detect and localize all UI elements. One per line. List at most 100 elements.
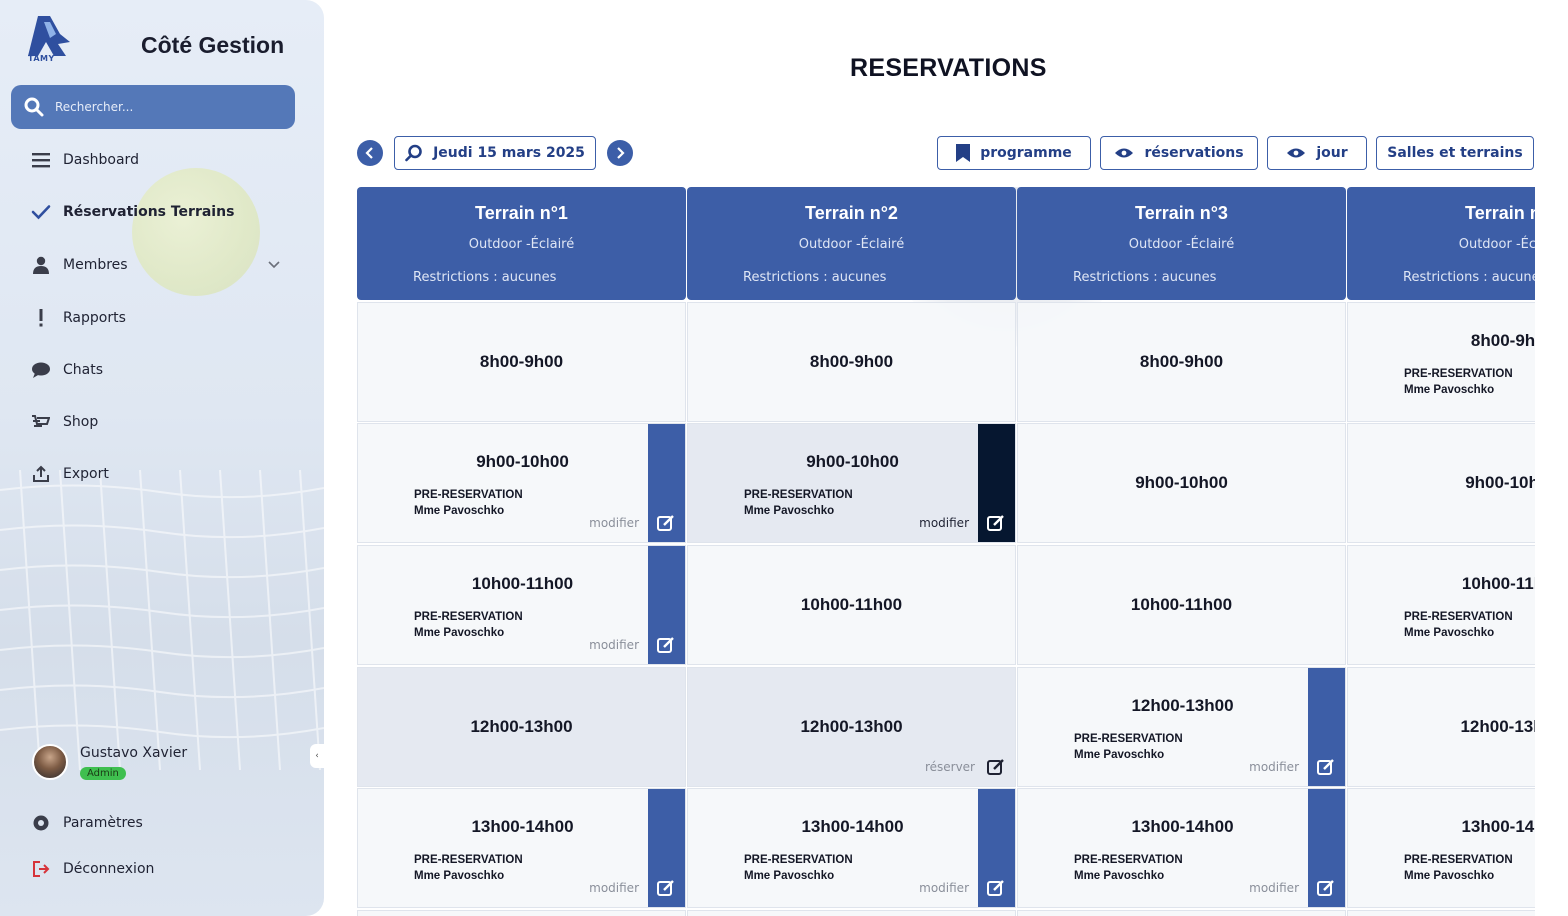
- slot-cell[interactable]: 13h00-14h00 PRE-RESERVATION Mme Pavoschko…: [357, 788, 686, 908]
- slot-cell[interactable]: 12h00-13h00: [1347, 667, 1535, 787]
- court-name: Terrain n°1: [475, 203, 568, 223]
- slot-cell[interactable]: 8h00-9h00: [687, 302, 1016, 422]
- slot-time: 12h00-13h00: [470, 717, 573, 736]
- reservations-button[interactable]: réservations: [1100, 136, 1258, 170]
- slot-cell[interactable]: 12h00-13h00: [357, 667, 686, 787]
- next-day-button[interactable]: [607, 140, 633, 166]
- button-label: réservations: [1144, 145, 1244, 161]
- nav-label: Chats: [63, 362, 104, 378]
- slot-cell[interactable]: 8h00-9h00: [1017, 302, 1346, 422]
- slot-cell[interactable]: 10h00-11h00: [1017, 545, 1346, 665]
- slot-cell[interactable]: [1017, 910, 1346, 916]
- nav-item-shop[interactable]: Shop: [30, 411, 280, 433]
- court-header[interactable]: Terrain n°1 Outdoor -Éclairé Restriction…: [357, 187, 686, 300]
- edit-icon[interactable]: [1317, 879, 1335, 897]
- page-title: RESERVATIONS: [850, 54, 1047, 82]
- avatar[interactable]: [32, 744, 68, 780]
- search-bar[interactable]: [11, 85, 295, 129]
- date-picker-button[interactable]: Jeudi 15 mars 2025: [394, 136, 596, 170]
- reservation-grid: Terrain n°1 Outdoor -Éclairé Restriction…: [357, 187, 1535, 916]
- sidebar-collapse-handle[interactable]: ‹: [310, 744, 324, 768]
- nav-item-reservations-terrains[interactable]: Réservations Terrains: [30, 201, 280, 223]
- slot-time: 9h00-10h00: [1135, 473, 1228, 492]
- slot-cell[interactable]: 10h00-11h00 PRE-RESERVATION Mme Pavoschko…: [357, 545, 686, 665]
- button-label: jour: [1316, 145, 1348, 161]
- nav-label: Dashboard: [63, 152, 139, 168]
- edit-icon[interactable]: [657, 879, 675, 897]
- slot-cell[interactable]: 10h00-11h00 PRE-RESERVATION Mme Pavoschko: [1347, 545, 1535, 665]
- court-restrictions: Restrictions : aucunes: [743, 270, 887, 285]
- salles-terrains-button[interactable]: Salles et terrains: [1376, 136, 1534, 170]
- slot-cell[interactable]: 12h00-13h00 réserver: [687, 667, 1016, 787]
- booking-member: Mme Pavoschko: [1404, 627, 1495, 639]
- court-type: Outdoor -Éclairé: [1458, 237, 1535, 252]
- slot-cell[interactable]: [687, 910, 1016, 916]
- court-restrictions: Restrictions : aucunes: [413, 270, 557, 285]
- slot-cell[interactable]: 13h00-14h00 PRE-RESERVATION Mme Pavoschko: [1347, 788, 1535, 908]
- user-name: Gustavo Xavier: [80, 744, 188, 761]
- slot-time: 10h00-11h00: [471, 574, 574, 593]
- search-icon: [24, 97, 44, 117]
- nav-item-parametres[interactable]: Paramètres: [30, 812, 280, 834]
- court-header[interactable]: Terrain n°4 Outdoor -Éclairé Restriction…: [1347, 187, 1535, 300]
- slot-cell[interactable]: [1347, 910, 1535, 916]
- booking-status: PRE-RESERVATION: [1074, 854, 1183, 866]
- slot-cell[interactable]: 8h00-9h00: [357, 302, 686, 422]
- slot-time: 8h00-9h00: [1139, 352, 1224, 371]
- user-profile[interactable]: Gustavo Xavier Admin: [32, 744, 187, 780]
- slot-time: 12h00-13h00: [1131, 696, 1234, 715]
- modify-link[interactable]: modifier: [589, 516, 639, 530]
- bookmark-icon: [956, 144, 971, 162]
- chevron-left-icon: [365, 147, 373, 159]
- nav-label: Réservations Terrains: [63, 204, 235, 220]
- booking-member: Mme Pavoschko: [414, 627, 505, 639]
- slot-cell[interactable]: 9h00-10h00: [1347, 423, 1535, 543]
- booking-member: Mme Pavoschko: [1074, 749, 1165, 761]
- chevron-down-icon[interactable]: [268, 261, 280, 269]
- modify-link[interactable]: modifier: [919, 881, 969, 895]
- logout-icon: [30, 858, 52, 880]
- nav-item-deconnexion[interactable]: Déconnexion: [30, 858, 280, 880]
- nav-item-chats[interactable]: Chats: [30, 359, 280, 381]
- edit-icon[interactable]: [987, 758, 1005, 776]
- edit-icon[interactable]: [987, 514, 1005, 532]
- nav-item-dashboard[interactable]: Dashboard: [30, 149, 280, 171]
- edit-icon[interactable]: [987, 879, 1005, 897]
- slot-cell[interactable]: 9h00-10h00 PRE-RESERVATION Mme Pavoschko …: [357, 423, 686, 543]
- slot-cell[interactable]: 9h00-10h00: [1017, 423, 1346, 543]
- nav-item-rapports[interactable]: Rapports: [30, 307, 280, 329]
- prev-day-button[interactable]: [357, 140, 383, 166]
- slot-time: 8h00-9h00: [479, 352, 564, 371]
- slot-cell[interactable]: 9h00-10h00 PRE-RESERVATION Mme Pavoschko …: [687, 423, 1016, 543]
- jour-button[interactable]: jour: [1267, 136, 1367, 170]
- slot-cell[interactable]: 12h00-13h00 PRE-RESERVATION Mme Pavoschko…: [1017, 667, 1346, 787]
- edit-icon[interactable]: [657, 514, 675, 532]
- court-header[interactable]: Terrain n°3 Outdoor -Éclairé Restriction…: [1017, 187, 1346, 300]
- brand-title: Côté Gestion: [141, 32, 285, 58]
- programme-button[interactable]: programme: [937, 136, 1091, 170]
- slot-cell[interactable]: 8h00-9h00 PRE-RESERVATION Mme Pavoschko: [1347, 302, 1535, 422]
- nav-item-membres[interactable]: Membres: [30, 254, 280, 276]
- search-input[interactable]: [55, 100, 275, 114]
- reserve-link[interactable]: réserver: [925, 760, 975, 774]
- slot-cell[interactable]: [357, 910, 686, 916]
- nav-label: Paramètres: [63, 815, 143, 831]
- modify-link[interactable]: modifier: [919, 516, 969, 530]
- slot-time: 9h00-10h00: [806, 452, 899, 471]
- modify-link[interactable]: modifier: [1249, 881, 1299, 895]
- modify-link[interactable]: modifier: [1249, 760, 1299, 774]
- booking-status: PRE-RESERVATION: [744, 489, 853, 501]
- booking-status: PRE-RESERVATION: [1404, 854, 1513, 866]
- nav-item-export[interactable]: Export: [30, 463, 280, 485]
- nav-label: Membres: [63, 257, 128, 273]
- court-header[interactable]: Terrain n°2 Outdoor -Éclairé Restriction…: [687, 187, 1016, 300]
- modify-link[interactable]: modifier: [589, 638, 639, 652]
- edit-icon[interactable]: [657, 636, 675, 654]
- edit-icon[interactable]: [1317, 758, 1335, 776]
- modify-link[interactable]: modifier: [589, 881, 639, 895]
- slot-cell[interactable]: 13h00-14h00 PRE-RESERVATION Mme Pavoschko…: [687, 788, 1016, 908]
- slot-cell[interactable]: 13h00-14h00 PRE-RESERVATION Mme Pavoschko…: [1017, 788, 1346, 908]
- slot-time: 10h00-11h00: [800, 595, 903, 614]
- court-restrictions: Restrictions : aucunes: [1403, 270, 1535, 285]
- slot-cell[interactable]: 10h00-11h00: [687, 545, 1016, 665]
